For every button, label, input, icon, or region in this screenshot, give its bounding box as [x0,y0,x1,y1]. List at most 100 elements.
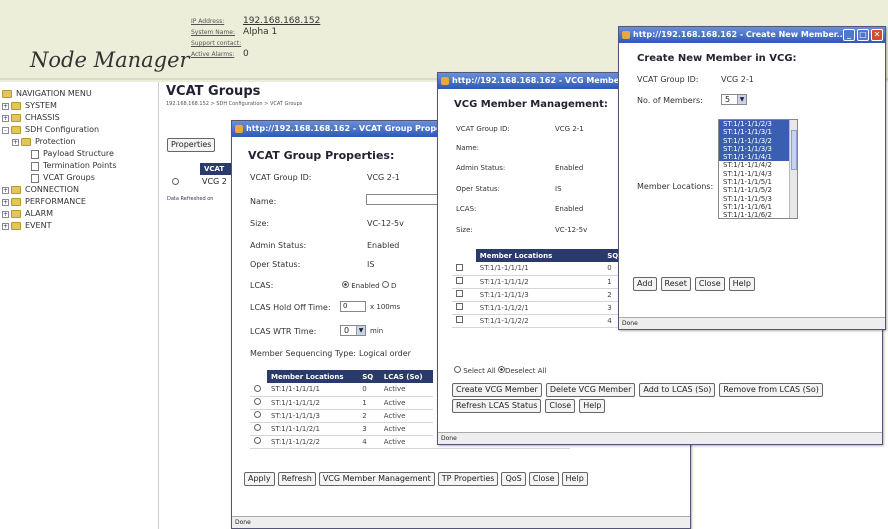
row-checkbox[interactable] [456,263,463,271]
help-button[interactable]: Help [579,399,606,413]
expand-icon[interactable]: + [12,138,19,146]
nav-item-alarm[interactable]: + ALARM [0,208,158,220]
close-icon[interactable]: ✕ [871,29,883,41]
location-option[interactable]: ST:1/1-1/1/3/2 [719,136,797,145]
nav-item-protection[interactable]: + Protection [0,136,158,148]
scroll-thumb[interactable] [791,130,797,170]
num-members-select[interactable]: 5 ▼ [721,94,747,105]
expand-icon[interactable]: + [2,114,9,122]
nav-item-label: CHASSIS [25,113,60,122]
qos-button[interactable]: QoS [501,472,526,486]
lcas-disabled-radio[interactable] [381,281,389,288]
collapse-icon[interactable]: - [2,126,9,134]
nav-item-label: VCAT Groups [43,173,95,182]
tp-properties-button[interactable]: TP Properties [437,472,499,486]
row-selector-cell[interactable] [452,262,476,276]
location-option[interactable]: ST:1/1-1/1/3/3 [719,144,797,154]
row-selector-cell[interactable] [250,396,267,410]
select-all-radio[interactable] [454,366,461,373]
nav-item-sdh-configuration[interactable]: - SDH Configuration [0,124,158,136]
active-alarms-label[interactable]: Active Alarms: [191,50,243,60]
row-selector-cell[interactable] [452,275,476,289]
close-button[interactable]: Close [694,277,725,291]
member-locations-list[interactable]: ST:1/1-1/1/2/3 ST:1/1-1/1/3/1 ST:1/1-1/1/3… [718,119,798,219]
folder-icon [11,222,21,230]
window-title-bar[interactable]: http://192.168.168.162 - Create New Memb… [619,27,885,43]
select-all-radios[interactable]: Select All Deselect All [454,366,546,375]
list-scrollbar[interactable] [789,120,797,218]
row-checkbox[interactable] [456,290,463,297]
properties-button[interactable]: Properties [167,138,216,152]
close-button[interactable]: Close [545,399,576,413]
location-option[interactable]: ST:1/1-1/1/5/3 [719,195,797,203]
row-selector-cell[interactable] [250,435,267,449]
expand-icon[interactable]: + [2,198,9,206]
refresh-button[interactable]: Refresh [277,472,316,486]
nav-item-vcat-groups[interactable]: VCAT Groups [0,172,158,184]
help-button[interactable]: Help [728,277,755,291]
close-button[interactable]: Close [528,472,559,486]
row-radio[interactable] [254,411,261,418]
nav-item-system[interactable]: + SYSTEM [0,100,158,112]
row-selector-cell[interactable] [250,422,267,436]
cell-sq: 4 [358,435,380,449]
ip-value[interactable]: 192.168.168.152 [243,16,320,26]
add-button[interactable]: Add [633,277,657,291]
reset-button[interactable]: Reset [660,277,691,291]
expand-icon[interactable]: + [2,222,9,230]
expand-icon[interactable]: + [2,210,9,218]
nav-item-event[interactable]: + EVENT [0,220,158,232]
nav-item-performance[interactable]: + PERFORMANCE [0,196,158,208]
row-selector-cell[interactable] [452,301,476,315]
nav-item-termination-points[interactable]: Termination Points [0,160,158,172]
vcg-member-management-button[interactable]: VCG Member Management [318,472,435,486]
row-selector-cell[interactable] [250,383,267,397]
location-option[interactable]: ST:1/1-1/1/4/3 [719,170,797,178]
row-radio[interactable] [254,398,261,405]
lcas-hold-off-input[interactable]: 0 [340,301,366,312]
maximize-icon[interactable]: □ [857,29,869,41]
nav-item-chassis[interactable]: + CHASSIS [0,112,158,124]
create-vcg-member-button[interactable]: Create VCG Member [452,383,542,397]
refresh-lcas-status-button[interactable]: Refresh LCAS Status [452,399,542,413]
apply-button[interactable]: Apply [244,472,275,486]
add-to-lcas-so-button[interactable]: Add to LCAS (So) [639,383,716,397]
lcas-radios[interactable]: Enabled D [342,281,396,290]
location-option[interactable]: ST:1/1-1/1/6/2 [719,211,797,218]
location-option[interactable]: ST:1/1-1/1/3/1 [719,128,797,137]
location-option[interactable]: ST:1/1-1/1/5/2 [719,186,797,194]
support-contact-label[interactable]: Support contact: [191,39,243,49]
location-option[interactable]: ST:1/1-1/1/4/1 [719,153,797,162]
vcg-row-label[interactable]: VCG 2 [202,177,227,186]
browser-icon [622,31,630,39]
nav-item-navigation-menu[interactable]: NAVIGATION MENU [0,88,158,100]
sequencing-value: Logical order [359,349,411,358]
expand-icon[interactable]: + [2,102,9,110]
expand-icon[interactable]: + [2,186,9,194]
deselect-all-radio[interactable] [497,366,505,373]
row-checkbox[interactable] [456,277,463,284]
remove-from-lcas-so-button[interactable]: Remove from LCAS (So) [719,383,823,397]
location-option[interactable]: ST:1/1-1/1/5/1 [719,178,797,186]
help-button[interactable]: Help [561,472,588,486]
nav-item-connection[interactable]: + CONNECTION [0,184,158,196]
delete-vcg-member-button[interactable]: Delete VCG Member [545,383,636,397]
location-option[interactable]: ST:1/1-1/1/6/1 [719,203,797,211]
lcas-wtr-select[interactable]: 0 ▼ [340,325,366,336]
location-option[interactable]: ST:1/1-1/1/2/3 [719,120,797,129]
oper-status-value: IS [367,260,375,269]
row-radio[interactable] [254,384,261,392]
nav-item-payload-structure[interactable]: Payload Structure [0,148,158,160]
row-checkbox[interactable] [456,316,463,323]
name-input[interactable] [366,194,446,205]
row-radio[interactable] [254,424,261,431]
row-selector-cell[interactable] [452,288,476,302]
row-checkbox[interactable] [456,303,463,310]
row-radio[interactable] [254,437,261,444]
row-selector-cell[interactable] [250,409,267,423]
minimize-icon[interactable]: _ [843,29,855,41]
location-option[interactable]: ST:1/1-1/1/4/2 [719,161,797,169]
row-selector-cell[interactable] [452,314,476,328]
vcg-radio[interactable] [172,178,179,187]
lcas-enabled-radio[interactable] [342,281,349,288]
